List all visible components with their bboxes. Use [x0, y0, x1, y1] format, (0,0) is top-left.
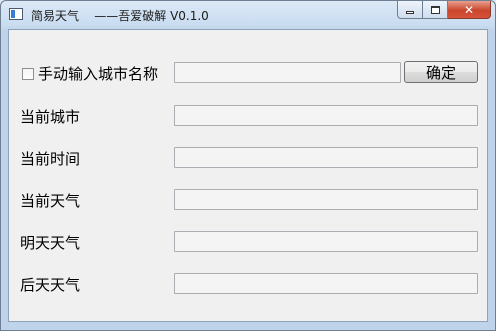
- maximize-icon: [430, 5, 440, 14]
- city-input[interactable]: [174, 62, 401, 83]
- main-panel: 手动输入城市名称 确定 当前城市 当前时间 当前天气 明天天气 后天天气: [8, 29, 488, 322]
- minimize-icon: [406, 11, 414, 14]
- manual-city-label[interactable]: 手动输入城市名称: [38, 63, 158, 84]
- close-button[interactable]: ✕: [448, 1, 491, 19]
- confirm-button[interactable]: 确定: [404, 61, 478, 83]
- minimize-button[interactable]: [397, 1, 423, 19]
- maximize-button[interactable]: [423, 1, 448, 19]
- tomorrow-weather-field[interactable]: [174, 231, 478, 252]
- current-weather-label: 当前天气: [20, 192, 81, 210]
- app-icon: [9, 8, 23, 20]
- day-after-weather-field[interactable]: [174, 273, 478, 294]
- current-weather-field[interactable]: [174, 189, 478, 210]
- caption-buttons: ✕: [397, 1, 491, 21]
- window-title: 简易天气 ——吾爱破解 V0.1.0: [31, 9, 209, 23]
- day-after-weather-label: 后天天气: [20, 276, 81, 294]
- manual-city-checkbox[interactable]: [22, 68, 34, 80]
- current-city-field[interactable]: [174, 105, 478, 126]
- current-city-label: 当前城市: [20, 108, 81, 126]
- current-time-label: 当前时间: [20, 150, 81, 168]
- title-bar[interactable]: 简易天气 ——吾爱破解 V0.1.0 ✕: [1, 1, 495, 29]
- current-time-field[interactable]: [174, 147, 478, 168]
- app-window: 简易天气 ——吾爱破解 V0.1.0 ✕ 手动输入城市名称 确定 当前城市 当前…: [0, 0, 496, 331]
- tomorrow-weather-label: 明天天气: [20, 234, 81, 252]
- close-icon: ✕: [463, 2, 475, 17]
